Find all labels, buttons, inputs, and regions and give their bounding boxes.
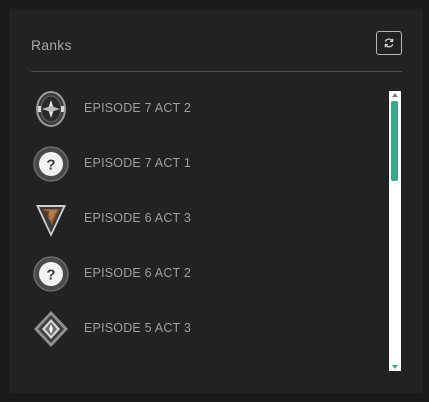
- rank-item[interactable]: EPISODE 6 ACT 3: [31, 199, 389, 239]
- scroll-down-arrow-icon[interactable]: [389, 363, 401, 371]
- scroll-up-arrow-icon[interactable]: [389, 91, 401, 99]
- svg-text:?: ?: [46, 267, 55, 284]
- header-divider: [31, 71, 402, 72]
- rank-badge-icon: [36, 91, 66, 127]
- rank-item[interactable]: ? EPISODE 6 ACT 2: [31, 254, 389, 294]
- rank-label: EPISODE 7 ACT 1: [84, 156, 191, 170]
- panel-title: Ranks: [31, 37, 72, 53]
- svg-text:?: ?: [46, 157, 55, 174]
- rank-label: EPISODE 6 ACT 2: [84, 266, 191, 280]
- unknown-rank-icon: ?: [33, 146, 69, 182]
- rank-item[interactable]: EPISODE 5 ACT 3: [31, 309, 389, 349]
- refresh-icon: [384, 38, 394, 48]
- triangle-rank-badge-icon: [36, 205, 66, 237]
- diamond-rank-badge-icon: [34, 311, 68, 347]
- rank-item[interactable]: EPISODE 7 ACT 2: [31, 89, 389, 129]
- rank-badge-icon: [31, 364, 71, 371]
- rank-list[interactable]: EPISODE 7 ACT 2 ? EPISODE 7 ACT 1 EPISOD…: [31, 89, 389, 371]
- ranks-panel: Ranks EPISODE 7 ACT 2 ? EPISODE 7 ACT 1 …: [9, 9, 423, 393]
- panel-header: Ranks: [31, 30, 402, 58]
- refresh-button[interactable]: [376, 31, 402, 55]
- rank-item[interactable]: ? EPISODE 7 ACT 1: [31, 144, 389, 184]
- rank-label: EPISODE 7 ACT 2: [84, 101, 191, 115]
- rank-label: EPISODE 6 ACT 3: [84, 211, 191, 225]
- scroll-thumb[interactable]: [391, 101, 398, 181]
- rank-label: EPISODE 5 ACT 3: [84, 321, 191, 335]
- unknown-rank-icon: ?: [33, 256, 69, 292]
- rank-item[interactable]: [31, 364, 389, 371]
- scrollbar[interactable]: [389, 91, 401, 371]
